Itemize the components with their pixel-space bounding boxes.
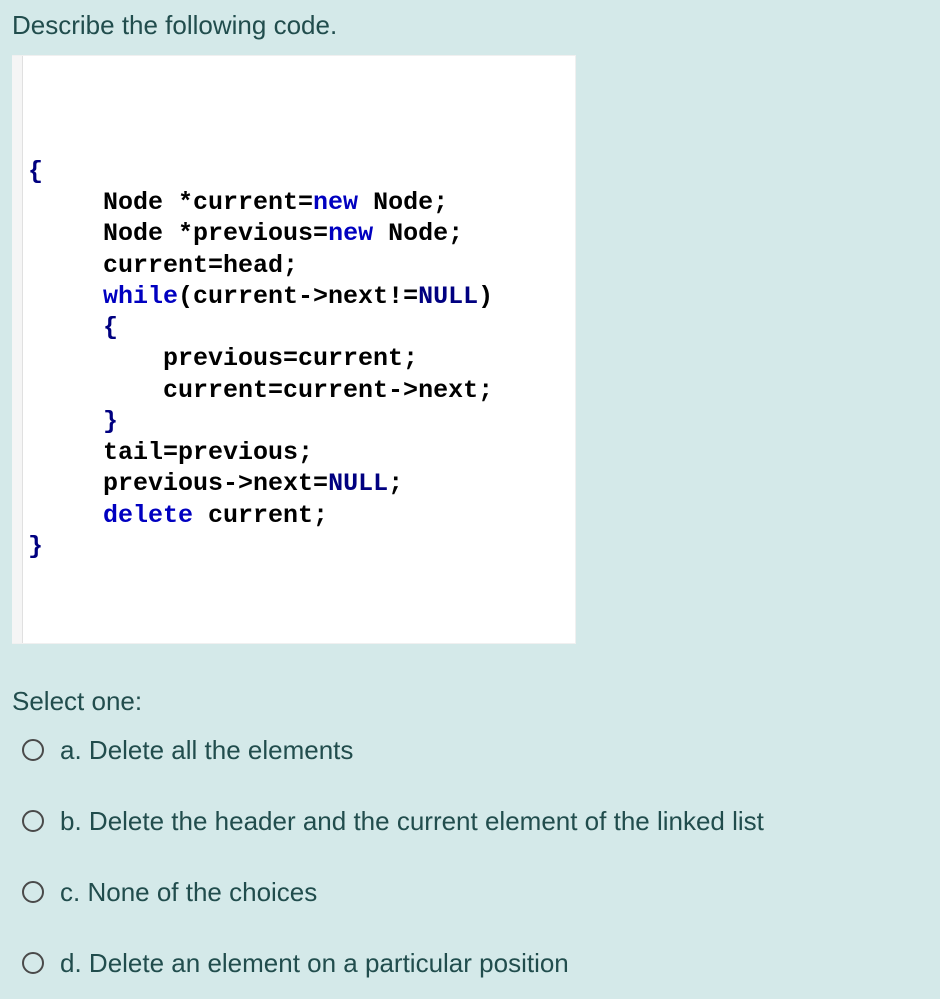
option-radio[interactable] (22, 952, 44, 974)
code-content: { Node *current=new Node; Node *previous… (18, 156, 569, 562)
option-label: Delete the header and the current elemen… (89, 806, 764, 836)
option-radio[interactable] (22, 739, 44, 761)
option-row[interactable]: d. Delete an element on a particular pos… (22, 948, 928, 979)
option-row[interactable]: c. None of the choices (22, 877, 928, 908)
option-radio[interactable] (22, 881, 44, 903)
option-row[interactable]: a. Delete all the elements (22, 735, 928, 766)
option-text: a. Delete all the elements (60, 735, 353, 766)
option-text: b. Delete the header and the current ele… (60, 806, 764, 837)
option-row[interactable]: b. Delete the header and the current ele… (22, 806, 928, 837)
option-letter: b. (60, 806, 89, 836)
code-block: { Node *current=new Node; Node *previous… (12, 55, 576, 644)
code-gutter (12, 56, 23, 643)
option-letter: d. (60, 948, 89, 978)
options-group: a. Delete all the elements b. Delete the… (12, 735, 928, 979)
option-letter: a. (60, 735, 89, 765)
option-text: c. None of the choices (60, 877, 317, 908)
select-one-label: Select one: (12, 686, 928, 717)
option-text: d. Delete an element on a particular pos… (60, 948, 569, 979)
question-prompt: Describe the following code. (12, 10, 928, 41)
option-label: None of the choices (87, 877, 317, 907)
quiz-question: Describe the following code. { Node *cur… (0, 0, 940, 999)
option-letter: c. (60, 877, 87, 907)
option-label: Delete all the elements (89, 735, 353, 765)
option-radio[interactable] (22, 810, 44, 832)
option-label: Delete an element on a particular positi… (89, 948, 569, 978)
